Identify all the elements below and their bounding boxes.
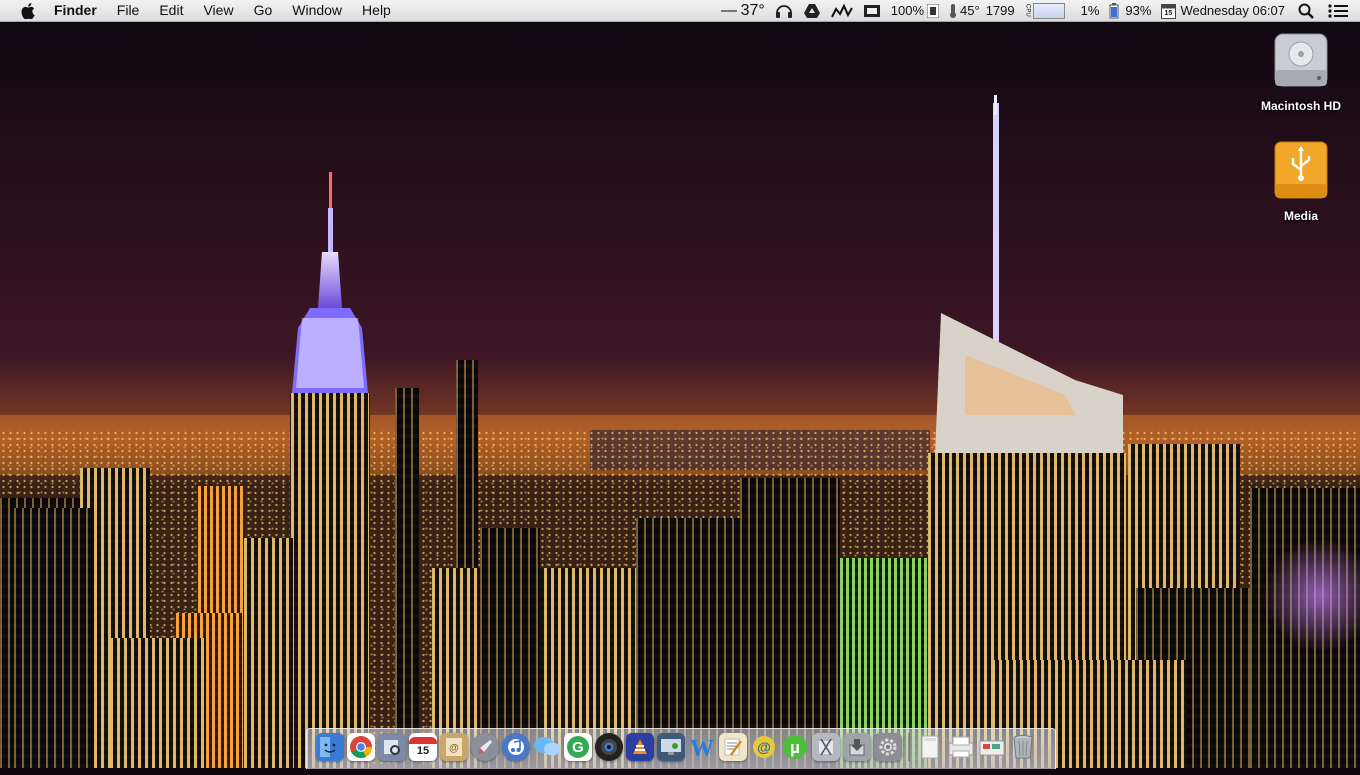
rocket-icon[interactable] bbox=[471, 733, 499, 761]
calendar-icon[interactable]: 15 bbox=[409, 733, 437, 761]
finder-icon[interactable] bbox=[316, 733, 344, 761]
automator-icon[interactable] bbox=[812, 733, 840, 761]
notification-center-icon[interactable] bbox=[1322, 0, 1360, 21]
fan-status[interactable]: 45° 1799 bbox=[944, 0, 1020, 21]
fan-rpm: 1799 bbox=[985, 3, 1015, 18]
document-stack-icon[interactable] bbox=[916, 733, 944, 761]
word-icon[interactable]: W bbox=[688, 733, 716, 761]
menu-window[interactable]: Window bbox=[282, 0, 352, 21]
calendar-day: 15 bbox=[1164, 9, 1173, 17]
spotlight-search-icon[interactable] bbox=[1290, 0, 1322, 21]
building bbox=[244, 538, 294, 768]
ftp-icon[interactable]: @ bbox=[750, 733, 778, 761]
volume-level-icon bbox=[927, 3, 940, 18]
menu-file[interactable]: File bbox=[107, 0, 150, 21]
svg-text:@: @ bbox=[449, 743, 459, 754]
menu-app-finder[interactable]: Finder bbox=[54, 0, 107, 21]
desktop-icon-label: Macintosh HD bbox=[1260, 99, 1341, 113]
battery-status[interactable]: 93% bbox=[1104, 0, 1156, 21]
desktop-icon-label: Media bbox=[1283, 209, 1318, 223]
empire-state-building-body bbox=[291, 393, 369, 768]
camera-icon[interactable] bbox=[595, 733, 623, 761]
itunes-icon[interactable] bbox=[502, 733, 530, 761]
building bbox=[110, 638, 206, 768]
battery-icon bbox=[1109, 2, 1119, 18]
svg-text:µ: µ bbox=[790, 738, 800, 757]
menu-go[interactable]: Go bbox=[244, 0, 283, 21]
remote-desktop-icon[interactable] bbox=[657, 733, 685, 761]
apple-logo-icon[interactable] bbox=[18, 0, 38, 21]
printer-icon[interactable] bbox=[947, 733, 975, 761]
folder-stack-icon[interactable] bbox=[978, 733, 1006, 761]
building bbox=[395, 388, 419, 768]
trash-icon[interactable] bbox=[1009, 733, 1037, 761]
svg-text:G: G bbox=[572, 739, 584, 756]
gear-icon[interactable] bbox=[874, 733, 902, 761]
volume-status[interactable]: 100% bbox=[886, 0, 944, 21]
svg-text:@: @ bbox=[757, 739, 771, 755]
headphones-icon[interactable] bbox=[770, 0, 798, 21]
chrome-icon[interactable] bbox=[347, 733, 375, 761]
cpu-status[interactable]: CPU 1% bbox=[1020, 0, 1105, 21]
cpu-label: CPU bbox=[1024, 4, 1031, 17]
messages-icon[interactable] bbox=[533, 733, 561, 761]
activity-graph-icon[interactable] bbox=[826, 0, 858, 21]
battery-percent: 93% bbox=[1125, 3, 1152, 18]
cone-icon[interactable] bbox=[626, 733, 654, 761]
dock-separator bbox=[908, 733, 910, 761]
clock-status[interactable]: 15 Wednesday 06:07 bbox=[1156, 0, 1290, 21]
installer-icon[interactable] bbox=[843, 733, 871, 761]
volume-percent: 100% bbox=[890, 3, 925, 18]
utorrent-icon[interactable]: µ bbox=[781, 733, 809, 761]
building bbox=[740, 478, 840, 768]
hard-drive-icon bbox=[1274, 33, 1328, 87]
usb-drive-icon bbox=[1274, 141, 1328, 199]
weather-status[interactable]: 37° bbox=[716, 0, 770, 21]
screen-capture-icon[interactable] bbox=[858, 0, 886, 21]
desktop-wallpaper bbox=[0, 0, 1360, 768]
preview-icon[interactable] bbox=[378, 733, 406, 761]
temperature-readout: 37° bbox=[740, 1, 765, 19]
desktop-icon-macintosh-hd[interactable]: Macintosh HD bbox=[1246, 30, 1356, 113]
dock-calendar-day: 15 bbox=[416, 745, 430, 757]
menu-help[interactable]: Help bbox=[352, 0, 401, 21]
thermometer-icon bbox=[950, 3, 957, 18]
svg-text:W: W bbox=[690, 736, 714, 760]
google-drive-icon[interactable] bbox=[798, 0, 826, 21]
cpu-percent: 1% bbox=[1080, 3, 1100, 18]
textedit-icon[interactable] bbox=[719, 733, 747, 761]
building bbox=[14, 508, 94, 768]
menu-bar: Finder File Edit View Go Window Help 37°… bbox=[0, 0, 1360, 22]
clock-readout: Wednesday 06:07 bbox=[1180, 3, 1285, 18]
cpu-meter bbox=[1032, 2, 1065, 19]
google-icon[interactable]: G bbox=[564, 733, 592, 761]
menu-edit[interactable]: Edit bbox=[149, 0, 193, 21]
desktop-icon-media[interactable]: Media bbox=[1246, 140, 1356, 223]
dock-items: 15 @ G W @ µ bbox=[316, 729, 1040, 761]
fan-temperature: 45° bbox=[960, 3, 980, 18]
contacts-icon[interactable]: @ bbox=[440, 733, 468, 761]
menu-view[interactable]: View bbox=[193, 0, 243, 21]
weather-cloud-icon bbox=[720, 9, 737, 12]
purple-haze bbox=[1260, 540, 1360, 650]
